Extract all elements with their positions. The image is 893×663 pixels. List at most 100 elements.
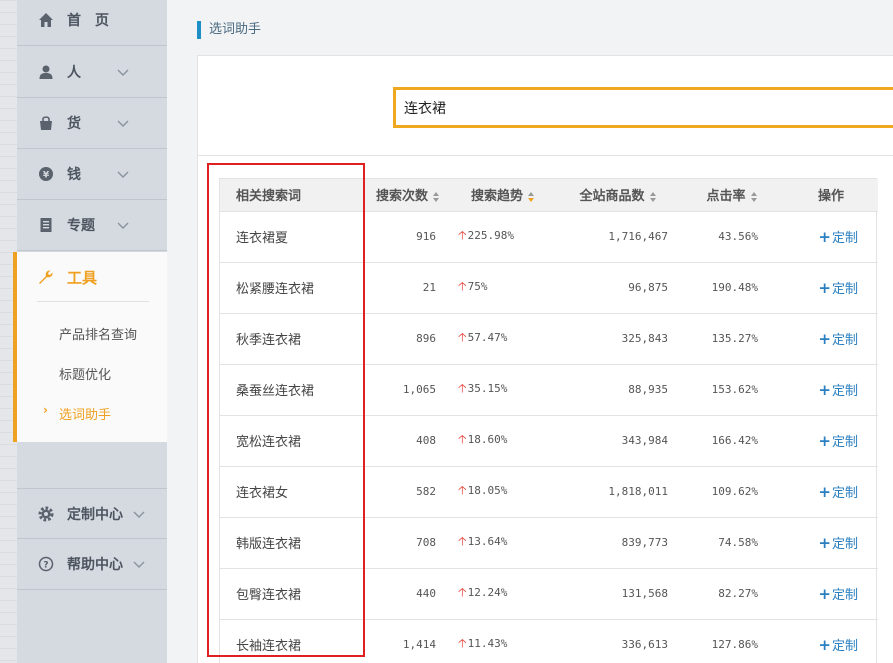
sidebar-item-topics[interactable]: 专题 <box>17 200 167 251</box>
keyword-table: 相关搜索词 搜索次数 搜索趋势 全站商品数 点击率 操作 连衣裙夏 916 🡡225… <box>219 178 878 663</box>
searches-cell: 21 <box>366 262 450 314</box>
customize-label: 定制 <box>831 588 858 603</box>
customize-label: 定制 <box>831 384 858 399</box>
trend-cell: 🡡18.60% <box>450 415 556 467</box>
chevron-down-icon <box>117 222 129 229</box>
wrench-icon <box>37 268 55 286</box>
customize-label: 定制 <box>831 231 858 246</box>
searches-cell: 1,065 <box>366 364 450 416</box>
customize-label: 定制 <box>831 537 858 552</box>
sidebar-item-money[interactable]: ¥ 钱 <box>17 149 167 200</box>
trend-value: 75% <box>467 280 488 293</box>
sidebar-item-help-center[interactable]: ? 帮助中心 <box>17 539 167 590</box>
trend-cell: 🡡75% <box>450 262 556 314</box>
plus-icon: + <box>818 432 831 450</box>
trend-cell: 🡡35.15% <box>450 364 556 416</box>
customize-button[interactable]: +定制 <box>818 636 858 654</box>
sidebar-item-label: 人 <box>67 65 81 81</box>
searches-cell: 916 <box>366 211 450 263</box>
chevron-right-icon: › <box>43 403 48 417</box>
table-row: 宽松连衣裙 408 🡡18.60% 343,984 166.42% +定制 <box>220 415 878 467</box>
sidebar-item-people[interactable]: 人 <box>17 47 167 98</box>
action-cell: +定制 <box>784 364 878 416</box>
action-cell: +定制 <box>784 415 878 467</box>
ctr-cell: 43.56% <box>680 211 784 263</box>
column-header-products[interactable]: 全站商品数 <box>556 179 680 212</box>
table-row: 秋季连衣裙 896 🡡57.47% 325,843 135.27% +定制 <box>220 313 878 365</box>
ctr-cell: 153.62% <box>680 364 784 416</box>
plus-icon: + <box>818 534 831 552</box>
customize-button[interactable]: +定制 <box>818 585 858 603</box>
column-header-searches[interactable]: 搜索次数 <box>366 179 450 212</box>
sidebar-item-tools[interactable]: 工具 <box>17 252 167 302</box>
column-header-label: 搜索趋势 <box>470 189 523 205</box>
yen-icon: ¥ <box>37 165 55 183</box>
chevron-down-icon <box>133 511 145 518</box>
table-row: 连衣裙女 582 🡡18.05% 1,818,011 109.62% +定制 <box>220 466 878 518</box>
searches-cell: 708 <box>366 517 450 569</box>
sort-icon <box>750 191 757 202</box>
plus-icon: + <box>818 483 831 501</box>
customize-button[interactable]: +定制 <box>818 381 858 399</box>
page-title: 选词助手 <box>197 21 261 39</box>
table-row: 松紧腰连衣裙 21 🡡75% 96,875 190.48% +定制 <box>220 262 878 314</box>
column-header-trend[interactable]: 搜索趋势 <box>450 179 556 212</box>
sidebar-item-label: 首 页 <box>67 13 109 29</box>
action-cell: +定制 <box>784 211 878 263</box>
products-cell: 325,843 <box>556 313 680 365</box>
sidebar-subitem-keyword-helper[interactable]: 选词助手 <box>59 404 111 423</box>
customize-button[interactable]: +定制 <box>818 534 858 552</box>
trend-value: 35.15% <box>467 382 508 395</box>
products-cell: 343,984 <box>556 415 680 467</box>
trend-cell: 🡡11.43% <box>450 619 556 663</box>
customize-button[interactable]: +定制 <box>818 330 858 348</box>
sidebar-item-goods[interactable]: 货 <box>17 98 167 149</box>
sidebar-subitem-product-rank[interactable]: 产品排名查询 <box>59 324 137 343</box>
customize-button[interactable]: +定制 <box>818 432 858 450</box>
searches-cell: 440 <box>366 568 450 620</box>
column-header-ctr[interactable]: 点击率 <box>680 179 784 212</box>
customize-button[interactable]: +定制 <box>818 228 858 246</box>
customize-button[interactable]: +定制 <box>818 279 858 297</box>
table-header-row: 相关搜索词 搜索次数 搜索趋势 全站商品数 点击率 操作 <box>220 179 878 212</box>
ctr-cell: 166.42% <box>680 415 784 467</box>
trend-value: 13.64% <box>467 535 508 548</box>
ctr-cell: 190.48% <box>680 262 784 314</box>
customize-label: 定制 <box>831 333 858 348</box>
keyword-cell: 秋季连衣裙 <box>220 313 366 365</box>
arrow-up-icon: 🡡 <box>458 483 467 497</box>
chevron-down-icon <box>133 561 145 568</box>
column-header-label: 点击率 <box>706 189 746 205</box>
document-icon <box>37 216 55 234</box>
action-cell: +定制 <box>784 619 878 663</box>
plus-icon: + <box>818 636 831 654</box>
search-area <box>198 56 893 156</box>
keyword-cell: 松紧腰连衣裙 <box>220 262 366 314</box>
sidebar-item-custom-center[interactable]: 定制中心 <box>17 488 167 539</box>
arrow-up-icon: 🡡 <box>458 381 467 395</box>
keyword-cell: 桑蚕丝连衣裙 <box>220 364 366 416</box>
chevron-down-icon <box>117 120 129 127</box>
sidebar-item-label: 工具 <box>67 268 98 287</box>
products-cell: 96,875 <box>556 262 680 314</box>
searches-cell: 408 <box>366 415 450 467</box>
trend-cell: 🡡18.05% <box>450 466 556 518</box>
sort-icon <box>649 191 656 202</box>
keyword-cell: 包臀连衣裙 <box>220 568 366 620</box>
main-panel: 相关搜索词 搜索次数 搜索趋势 全站商品数 点击率 操作 连衣裙夏916🡡225… <box>197 55 893 663</box>
table-row: 包臀连衣裙 440 🡡12.24% 131,568 82.27% +定制 <box>220 568 878 620</box>
search-input[interactable] <box>393 87 893 128</box>
sidebar-item-label: 钱 <box>67 167 81 183</box>
ctr-cell: 82.27% <box>680 568 784 620</box>
sidebar-item-label: 定制中心 <box>67 506 123 523</box>
trend-value: 11.43% <box>467 637 508 650</box>
sort-active-icon <box>528 191 534 202</box>
customize-button[interactable]: +定制 <box>818 483 858 501</box>
sidebar-subitem-title-optimize[interactable]: 标题优化 <box>59 364 111 383</box>
action-cell: +定制 <box>784 517 878 569</box>
sidebar-item-home[interactable]: 首 页 <box>17 0 167 46</box>
sidebar-item-label: 货 <box>67 116 81 132</box>
table-row: 桑蚕丝连衣裙 1,065 🡡35.15% 88,935 153.62% +定制 <box>220 364 878 416</box>
sidebar-tools-section: 工具 产品排名查询 标题优化 › 选词助手 <box>13 252 167 442</box>
keyword-cell: 长袖连衣裙 <box>220 619 366 663</box>
